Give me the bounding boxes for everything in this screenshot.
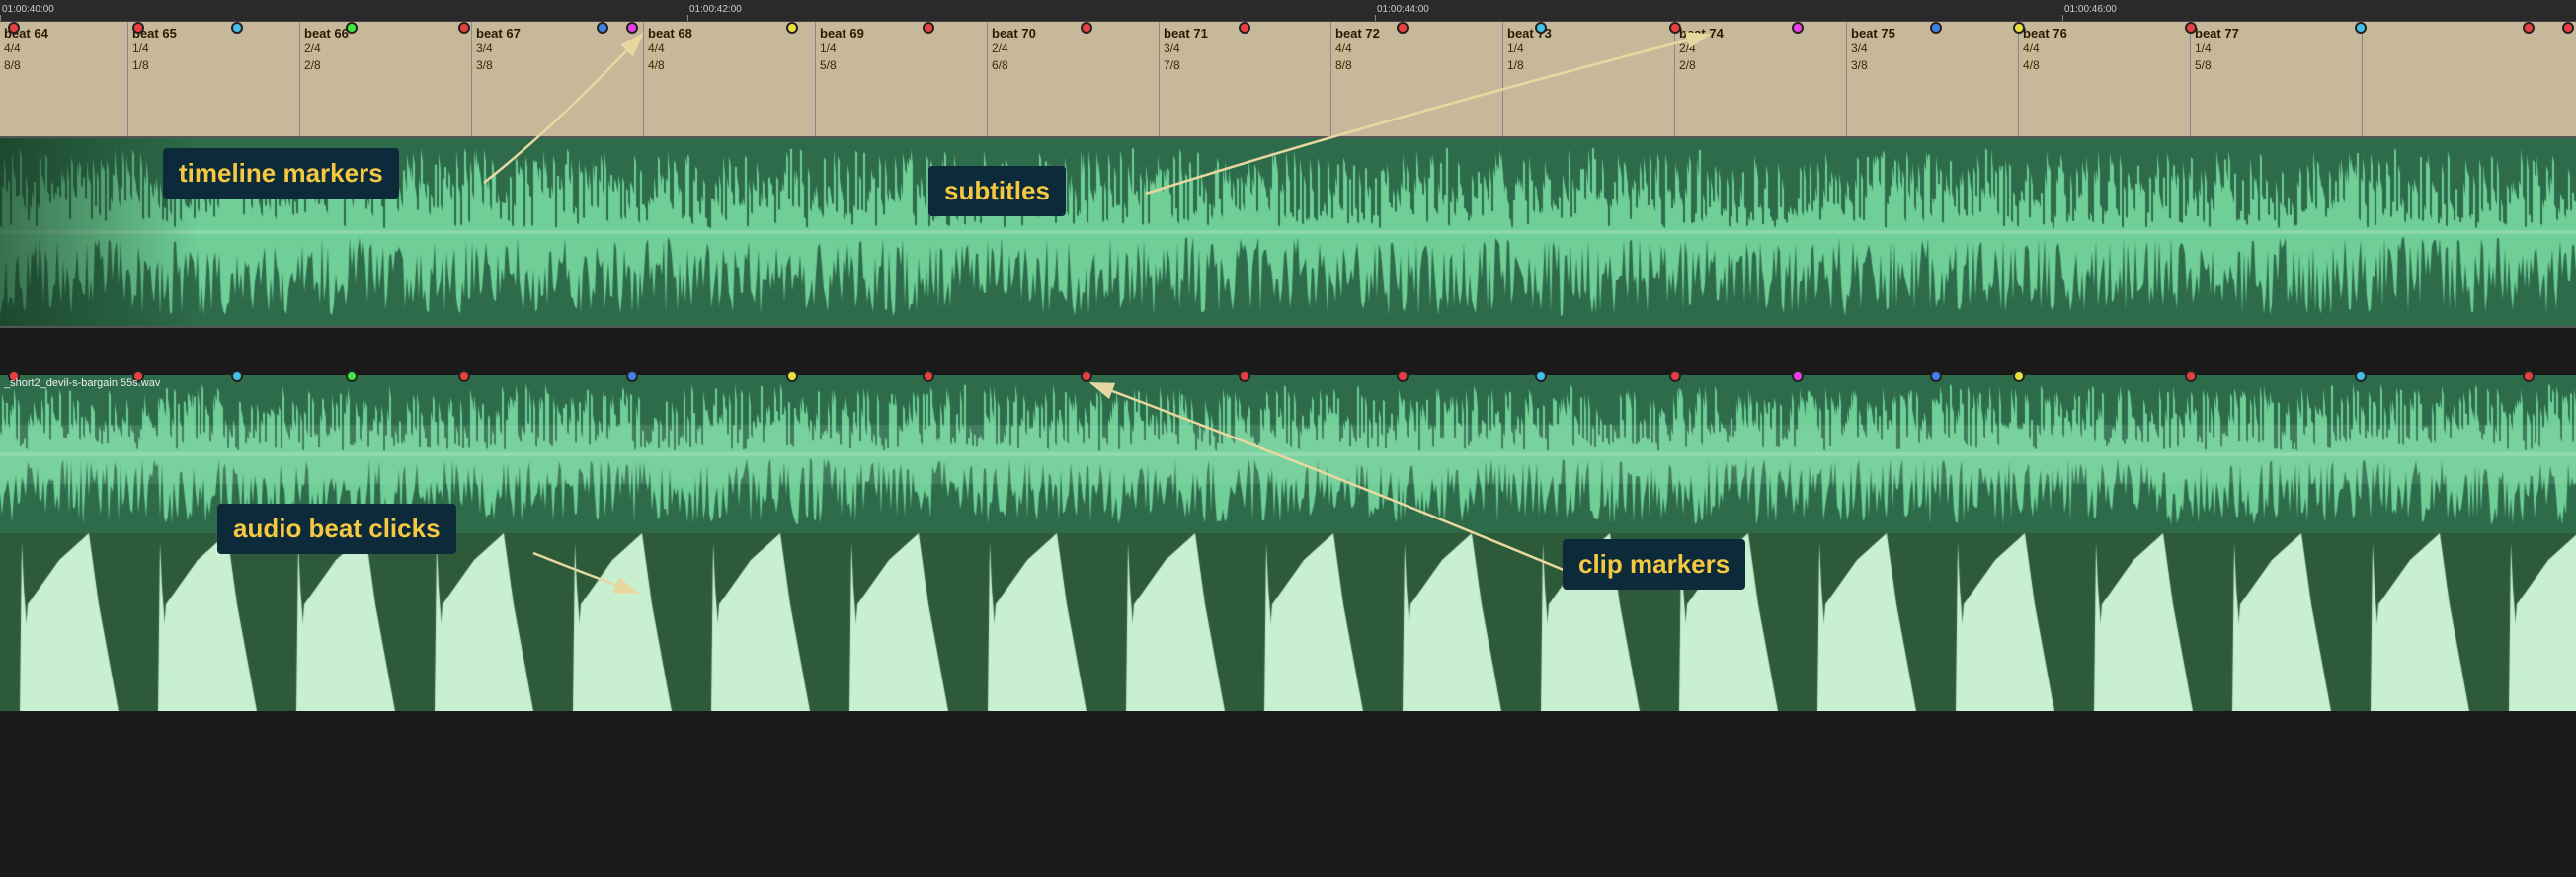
beat-cell-13: beat 771/45/8	[2191, 22, 2363, 136]
clip-dot-2	[231, 370, 243, 382]
beat-cell-7: beat 713/47/8	[1160, 22, 1331, 136]
beat-markers-row: beat 644/48/8beat 651/41/8beat 662/42/8b…	[0, 22, 2576, 138]
clip-dot-18	[2523, 370, 2535, 382]
clip-dot-11	[1535, 370, 1547, 382]
track-separator-1	[0, 326, 2576, 328]
timeline-dot-0	[8, 22, 20, 34]
clip-markers-row	[0, 370, 2576, 384]
timeline-dot-5	[597, 22, 608, 34]
beat-cell-11: beat 753/43/8	[1847, 22, 2019, 136]
clip-dot-9	[1239, 370, 1250, 382]
beat-cell-5: beat 691/45/8	[816, 22, 988, 136]
clip-dot-16	[2185, 370, 2197, 382]
clip-dot-10	[1397, 370, 1409, 382]
timeline-dot-20	[2562, 22, 2574, 34]
beat-cell-12: beat 764/44/8	[2019, 22, 2191, 136]
clip-dot-17	[2355, 370, 2367, 382]
timeline-dot-7	[786, 22, 798, 34]
timeline-dot-18	[2355, 22, 2367, 34]
beat-cell-10: beat 742/42/8	[1675, 22, 1847, 136]
beat-cell-2: beat 662/42/8	[300, 22, 472, 136]
annotation-timeline-markers: timeline markers	[163, 148, 399, 199]
timeline-dot-15	[1930, 22, 1942, 34]
timeline-dot-17	[2185, 22, 2197, 34]
beat-cell-1: beat 651/41/8	[128, 22, 300, 136]
ruler-tick-1: 01:00:40:00	[0, 4, 54, 21]
clip-dot-12	[1669, 370, 1681, 382]
timeline-dot-13	[1669, 22, 1681, 34]
timeline-dot-14	[1792, 22, 1804, 34]
clip-dot-8	[1081, 370, 1092, 382]
filename-label: _short2_devil-s-bargain 55s.wav	[4, 377, 160, 389]
timeline-dot-3	[346, 22, 358, 34]
timeline-dot-12	[1535, 22, 1547, 34]
clip-dot-13	[1792, 370, 1804, 382]
annotation-subtitles: subtitles	[928, 166, 1066, 216]
ruler-tick-3: 01:00:44:00	[1375, 4, 1429, 21]
beat-click-track	[0, 533, 2576, 711]
clip-dot-4	[458, 370, 470, 382]
beat-cell-9: beat 731/41/8	[1503, 22, 1675, 136]
timeline-dot-11	[1397, 22, 1409, 34]
clip-dot-15	[2013, 370, 2025, 382]
clip-dot-6	[786, 370, 798, 382]
clip-dot-5	[626, 370, 638, 382]
beat-cell-3: beat 673/43/8	[472, 22, 644, 136]
annotation-audio-beat-clicks: audio beat clicks	[217, 504, 456, 554]
timeline-dot-9	[1081, 22, 1092, 34]
annotation-clip-markers: clip markers	[1563, 539, 1745, 590]
timeline-dot-4	[458, 22, 470, 34]
beat-cell-6: beat 702/46/8	[988, 22, 1160, 136]
beat-cell-0: beat 644/48/8	[0, 22, 128, 136]
clip-dot-7	[923, 370, 934, 382]
timeline-dot-16	[2013, 22, 2025, 34]
beat-cell-8: beat 724/48/8	[1331, 22, 1503, 136]
timeline-dot-10	[1239, 22, 1250, 34]
timeline-dot-2	[231, 22, 243, 34]
ruler-tick-4: 01:00:46:00	[2062, 4, 2117, 21]
timeline-dot-1	[132, 22, 144, 34]
beat-cell-4: beat 684/44/8	[644, 22, 816, 136]
timeline-dot-19	[2523, 22, 2535, 34]
timeline-dot-8	[923, 22, 934, 34]
clip-dot-3	[346, 370, 358, 382]
ruler-tick-2: 01:00:42:00	[687, 4, 742, 21]
clip-dot-14	[1930, 370, 1942, 382]
timeline-dot-6	[626, 22, 638, 34]
timeline-ruler: 01:00:40:00 01:00:42:00 01:00:44:00 01:0…	[0, 0, 2576, 22]
